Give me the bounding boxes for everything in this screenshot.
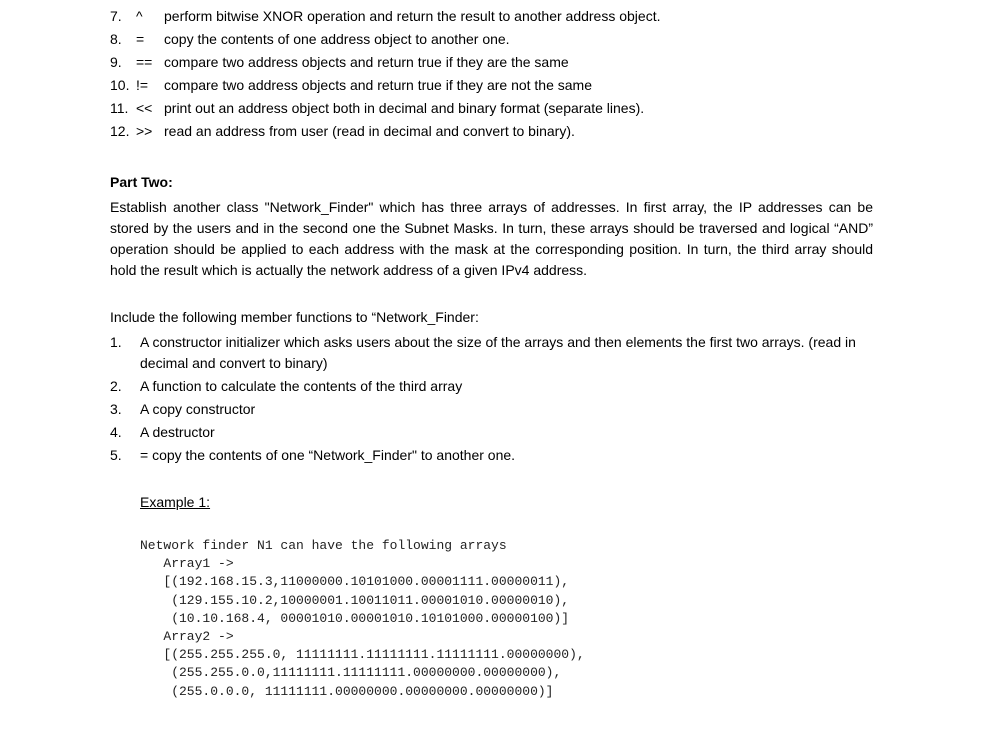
document-page: 7. ^ perform bitwise XNOR operation and … xyxy=(0,0,983,753)
operator-symbol: ^ xyxy=(136,6,164,27)
item-description: read an address from user (read in decim… xyxy=(164,121,873,142)
operator-list: 7. ^ perform bitwise XNOR operation and … xyxy=(110,6,873,142)
members-item: 4. A destructor xyxy=(110,422,873,443)
item-number: 12. xyxy=(110,121,136,142)
example-code-block: Network finder N1 can have the following… xyxy=(140,537,873,701)
item-number: 7. xyxy=(110,6,136,27)
operator-symbol: << xyxy=(136,98,164,119)
operator-symbol: >> xyxy=(136,121,164,142)
item-number: 9. xyxy=(110,52,136,73)
operator-item: 8. = copy the contents of one address ob… xyxy=(110,29,873,50)
item-number: 5. xyxy=(110,445,136,466)
item-description: compare two address objects and return t… xyxy=(164,52,873,73)
item-description: perform bitwise XNOR operation and retur… xyxy=(164,6,873,27)
item-description: A copy constructor xyxy=(136,399,873,420)
item-description: = copy the contents of one “Network_Find… xyxy=(136,445,873,466)
example-heading: Example 1: xyxy=(140,492,873,513)
item-number: 10. xyxy=(110,75,136,96)
members-item: 5. = copy the contents of one “Network_F… xyxy=(110,445,873,466)
item-description: compare two address objects and return t… xyxy=(164,75,873,96)
item-number: 1. xyxy=(110,332,136,374)
part-two-heading: Part Two: xyxy=(110,172,873,193)
item-description: A function to calculate the contents of … xyxy=(136,376,873,397)
item-number: 3. xyxy=(110,399,136,420)
operator-symbol: = xyxy=(136,29,164,50)
operator-symbol: != xyxy=(136,75,164,96)
members-item: 1. A constructor initializer which asks … xyxy=(110,332,873,374)
members-list: 1. A constructor initializer which asks … xyxy=(110,332,873,466)
item-description: copy the contents of one address object … xyxy=(164,29,873,50)
part-two-paragraph: Establish another class "Network_Finder"… xyxy=(110,197,873,281)
item-number: 8. xyxy=(110,29,136,50)
item-description: A constructor initializer which asks use… xyxy=(136,332,873,374)
operator-item: 9. == compare two address objects and re… xyxy=(110,52,873,73)
operator-symbol: == xyxy=(136,52,164,73)
item-number: 4. xyxy=(110,422,136,443)
operator-item: 12. >> read an address from user (read i… xyxy=(110,121,873,142)
item-number: 11. xyxy=(110,98,136,119)
members-item: 3. A copy constructor xyxy=(110,399,873,420)
members-item: 2. A function to calculate the contents … xyxy=(110,376,873,397)
operator-item: 11. << print out an address object both … xyxy=(110,98,873,119)
members-intro: Include the following member functions t… xyxy=(110,307,873,328)
operator-item: 7. ^ perform bitwise XNOR operation and … xyxy=(110,6,873,27)
item-description: print out an address object both in deci… xyxy=(164,98,873,119)
item-number: 2. xyxy=(110,376,136,397)
operator-item: 10. != compare two address objects and r… xyxy=(110,75,873,96)
item-description: A destructor xyxy=(136,422,873,443)
